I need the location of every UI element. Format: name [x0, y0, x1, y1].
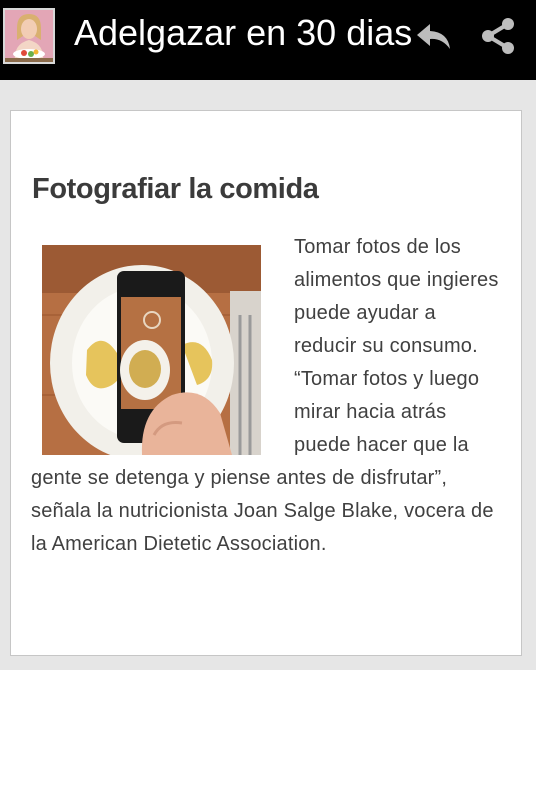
article-title: Fotografiar la comida — [32, 173, 319, 205]
app-logo-icon[interactable] — [3, 8, 55, 64]
app-bar: Adelgazar en 30 dias — [0, 0, 536, 80]
share-icon — [482, 18, 514, 54]
article-image — [42, 245, 261, 455]
article-card: Fotografiar la comida Tomar fotos de los… — [10, 110, 522, 656]
reply-button[interactable] — [410, 16, 458, 56]
share-button[interactable] — [474, 16, 522, 56]
article-body: Tomar fotos de los alimentos que ingiere… — [31, 231, 499, 561]
app-title: Adelgazar en 30 dias — [74, 12, 413, 53]
reply-icon — [417, 24, 450, 49]
